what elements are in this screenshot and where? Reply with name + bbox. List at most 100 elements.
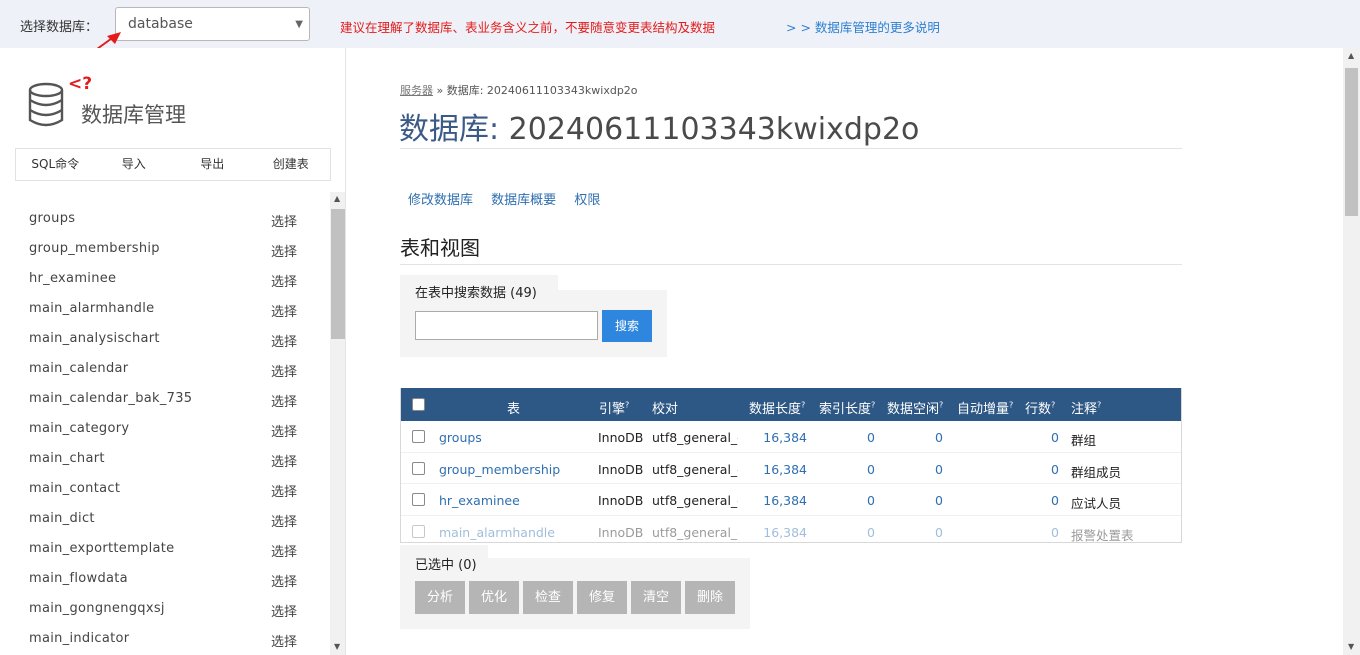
row-data-free[interactable]: 0	[899, 462, 943, 477]
table-name-link[interactable]: main_chart	[29, 451, 105, 466]
drop-button[interactable]: 删除	[685, 581, 735, 614]
row-index-length[interactable]: 0	[831, 462, 875, 477]
select-table-link[interactable]: 选择	[271, 541, 297, 560]
header-comment[interactable]: 注释?	[1071, 398, 1101, 417]
export-link[interactable]: 导出	[173, 149, 252, 180]
select-table-link[interactable]: 选择	[271, 511, 297, 530]
header-table[interactable]: 表	[507, 398, 520, 417]
check-button[interactable]: 检查	[523, 581, 573, 614]
table-name-link[interactable]: main_alarmhandle	[29, 301, 154, 316]
row-collation: utf8_general_ci	[652, 430, 738, 445]
main-content: 服务器 » 数据库: 20240611103343kwixdp2o 数据库: 2…	[347, 48, 1343, 655]
search-button[interactable]: 搜索	[602, 310, 652, 342]
row-collation: utf8_general_ci	[652, 461, 738, 477]
row-table-name[interactable]: group_membership	[439, 462, 560, 477]
breadcrumb-server-link[interactable]: 服务器	[400, 84, 433, 97]
header-auto-increment[interactable]: 自动增量?	[957, 398, 1013, 417]
row-data-free[interactable]: 0	[899, 430, 943, 445]
row-table-name[interactable]: main_alarmhandle	[439, 525, 555, 540]
sidebar-scrollbar[interactable]: ▲ ▼	[330, 192, 345, 655]
scroll-up-icon[interactable]: ▲	[334, 194, 340, 203]
row-data-length[interactable]: 16,384	[747, 525, 807, 540]
header-index-length[interactable]: 索引长度?	[819, 398, 875, 417]
select-table-link[interactable]: 选择	[271, 571, 297, 590]
row-collation: utf8_general_ci	[652, 493, 738, 508]
row-table-name[interactable]: groups	[439, 430, 482, 445]
select-table-link[interactable]: 选择	[271, 361, 297, 380]
row-checkbox[interactable]	[412, 461, 425, 475]
table-name-link[interactable]: main_exporttemplate	[29, 541, 174, 556]
scroll-up-icon[interactable]: ▲	[1348, 51, 1354, 60]
code-mark: <?	[68, 74, 93, 94]
select-table-link[interactable]: 选择	[271, 451, 297, 470]
table-name-link[interactable]: main_calendar	[29, 361, 128, 376]
table-name-link[interactable]: hr_examinee	[29, 271, 116, 286]
row-engine: InnoDB	[598, 430, 644, 445]
header-engine[interactable]: 引擎?	[599, 398, 629, 417]
analyze-button[interactable]: 分析	[415, 581, 465, 614]
row-rows[interactable]: 0	[1015, 462, 1059, 477]
database-select[interactable]: database ▼	[115, 7, 310, 41]
row-index-length[interactable]: 0	[831, 525, 875, 540]
select-table-link[interactable]: 选择	[271, 481, 297, 500]
scrollbar-thumb[interactable]	[331, 209, 345, 339]
select-table-link[interactable]: 选择	[271, 601, 297, 620]
row-rows[interactable]: 0	[1015, 493, 1059, 508]
more-info-link[interactable]: > > 数据库管理的更多说明	[786, 17, 940, 36]
select-table-link[interactable]: 选择	[271, 301, 297, 320]
scroll-down-icon[interactable]: ▼	[334, 642, 340, 651]
database-schema-link[interactable]: 数据库概要	[491, 193, 556, 208]
alter-database-link[interactable]: 修改数据库	[408, 193, 473, 208]
row-rows[interactable]: 0	[1015, 430, 1059, 445]
row-index-length[interactable]: 0	[831, 493, 875, 508]
table-name-link[interactable]: main_contact	[29, 481, 120, 496]
search-input[interactable]	[415, 311, 598, 340]
create-table-link[interactable]: 创建表	[252, 149, 331, 180]
select-table-link[interactable]: 选择	[271, 391, 297, 410]
list-item: main_gongnengqxsj 选择	[0, 594, 330, 624]
header-collation[interactable]: 校对	[652, 398, 678, 417]
row-checkbox[interactable]	[412, 493, 425, 506]
row-data-length[interactable]: 16,384	[747, 493, 807, 508]
privileges-link[interactable]: 权限	[574, 193, 600, 208]
table-name-link[interactable]: main_analysischart	[29, 331, 160, 346]
row-checkbox[interactable]	[412, 430, 425, 443]
row-index-length[interactable]: 0	[831, 430, 875, 445]
row-data-length[interactable]: 16,384	[747, 462, 807, 477]
select-table-link[interactable]: 选择	[271, 271, 297, 290]
divider	[400, 148, 1182, 149]
row-checkbox[interactable]	[412, 524, 425, 538]
table-name-link[interactable]: main_category	[29, 421, 129, 436]
table-name-link[interactable]: groups	[29, 211, 75, 226]
select-table-link[interactable]: 选择	[271, 241, 297, 260]
row-data-length[interactable]: 16,384	[747, 430, 807, 445]
scroll-down-icon[interactable]: ▼	[1348, 642, 1354, 651]
table-name-link[interactable]: group_membership	[29, 241, 160, 256]
header-rows[interactable]: 行数?	[1025, 398, 1055, 417]
table-name-link[interactable]: main_dict	[29, 511, 95, 526]
header-data-free[interactable]: 数据空闲?	[887, 398, 943, 417]
header-data-length[interactable]: 数据长度?	[749, 398, 805, 417]
table-name-link[interactable]: main_indicator	[29, 631, 129, 646]
database-links: 修改数据库 数据库概要 权限	[408, 189, 614, 208]
select-table-link[interactable]: 选择	[271, 631, 297, 650]
import-link[interactable]: 导入	[95, 149, 174, 180]
optimize-button[interactable]: 优化	[469, 581, 519, 614]
row-rows[interactable]: 0	[1015, 525, 1059, 540]
row-table-name[interactable]: hr_examinee	[439, 493, 520, 508]
search-panel-title: 在表中搜索数据 (49)	[400, 275, 558, 301]
row-data-free[interactable]: 0	[899, 525, 943, 540]
select-all-checkbox[interactable]	[412, 398, 425, 411]
select-table-link[interactable]: 选择	[271, 211, 297, 230]
main-scrollbar[interactable]: ▲ ▼	[1343, 48, 1360, 655]
select-table-link[interactable]: 选择	[271, 331, 297, 350]
sql-command-link[interactable]: SQL命令	[16, 149, 95, 180]
table-name-link[interactable]: main_calendar_bak_735	[29, 391, 192, 406]
scrollbar-thumb[interactable]	[1345, 68, 1358, 216]
table-name-link[interactable]: main_flowdata	[29, 571, 128, 586]
repair-button[interactable]: 修复	[577, 581, 627, 614]
table-name-link[interactable]: main_gongnengqxsj	[29, 601, 165, 616]
select-table-link[interactable]: 选择	[271, 421, 297, 440]
truncate-button[interactable]: 清空	[631, 581, 681, 614]
row-data-free[interactable]: 0	[899, 493, 943, 508]
